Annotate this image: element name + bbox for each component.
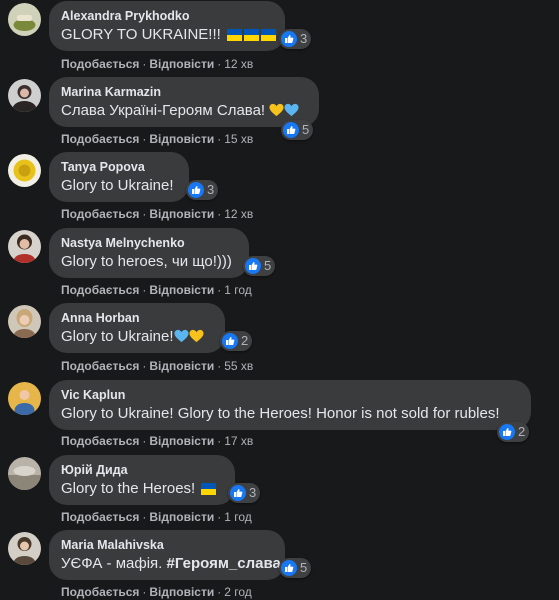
like-button[interactable]: Подобається (61, 57, 139, 71)
comment-text: Слава Україні-Героям Слава! (61, 101, 299, 121)
comment-timestamp[interactable]: 17 хв (224, 434, 253, 448)
comment-bubble: Юрій Дида Glory to the Heroes! (49, 455, 235, 505)
comment-timestamp[interactable]: 55 хв (224, 359, 253, 373)
like-icon (283, 122, 299, 138)
comment-bubble: Maria Malahivska УЄФА - мафія. #Героям_с… (49, 530, 285, 580)
reaction-count: 3 (249, 485, 257, 500)
reply-button[interactable]: Відповісти (149, 207, 214, 221)
comment-text: GLORY TO UKRAINE!!! (61, 25, 276, 45)
avatar[interactable] (8, 382, 41, 415)
avatar[interactable] (8, 154, 41, 187)
like-button[interactable]: Подобається (61, 207, 139, 221)
avatar[interactable] (8, 230, 41, 263)
ukraine-flag-icon (243, 29, 259, 41)
comment-actions: Подобається · Відповісти · 15 хв (61, 132, 254, 146)
reaction-count-badge[interactable]: 3 (228, 483, 261, 503)
comment-timestamp[interactable]: 1 год (224, 510, 252, 524)
comment-bubble: Tanya Popova Glory to Ukraine! (49, 152, 189, 202)
comment-timestamp[interactable]: 12 хв (224, 57, 253, 71)
like-button[interactable]: Подобається (61, 359, 139, 373)
reaction-count-badge[interactable]: 2 (497, 422, 530, 442)
comment-text: Glory to Ukraine! (61, 177, 174, 194)
reaction-count: 3 (300, 31, 308, 46)
reply-button[interactable]: Відповісти (149, 434, 214, 448)
comment-timestamp[interactable]: 1 год (224, 283, 252, 297)
comment-text: Glory to heroes, чи що!))) (61, 253, 232, 270)
reply-button[interactable]: Відповісти (149, 57, 214, 71)
comment-text: Glory to Ukraine! (61, 327, 204, 347)
like-button[interactable]: Подобається (61, 132, 139, 146)
comment-text: Glory to the Heroes! (61, 479, 217, 499)
comment-author[interactable]: Vic Kaplun (61, 387, 519, 403)
reaction-count-badge[interactable]: 5 (279, 558, 312, 578)
ukraine-flag-icon (201, 483, 217, 495)
reaction-count: 5 (264, 258, 272, 273)
like-icon (499, 424, 515, 440)
like-button[interactable]: Подобається (61, 283, 139, 297)
comment-author[interactable]: Maria Malahivska (61, 537, 273, 553)
like-button[interactable]: Подобається (61, 434, 139, 448)
comment-actions: Подобається · Відповісти · 12 хв (61, 207, 254, 221)
comment-actions: Подобається · Відповісти · 17 хв (61, 434, 254, 448)
reaction-count-badge[interactable]: 3 (186, 180, 219, 200)
comment-text: Glory to Ukraine! Glory to the Heroes! H… (61, 405, 500, 422)
comment-bubble: Vic Kaplun Glory to Ukraine! Glory to th… (49, 380, 531, 430)
comment-actions: Подобається · Відповісти · 12 хв (61, 57, 254, 71)
avatar[interactable] (8, 305, 41, 338)
reply-button[interactable]: Відповісти (149, 585, 214, 599)
comment-author[interactable]: Tanya Popova (61, 159, 177, 175)
comment-author[interactable]: Юрій Дида (61, 462, 223, 478)
yellow-heart-icon (189, 329, 204, 343)
hashtag-link[interactable]: #Героям_слава (167, 555, 281, 572)
comment-author[interactable]: Alexandra Prykhodko (61, 8, 273, 24)
comment-actions: Подобається · Відповісти · 1 год (61, 510, 252, 524)
reaction-count: 5 (302, 122, 310, 137)
like-button[interactable]: Подобається (61, 510, 139, 524)
reaction-count: 2 (241, 333, 249, 348)
like-icon (281, 31, 297, 47)
comment-actions: Подобається · Відповісти · 55 хв (61, 359, 254, 373)
reaction-count-badge[interactable]: 5 (243, 256, 276, 276)
avatar[interactable] (8, 457, 41, 490)
comment-bubble: Nastya Melnychenko Glory to heroes, чи щ… (49, 228, 249, 278)
avatar[interactable] (8, 79, 41, 112)
ukraine-flag-icon (260, 29, 276, 41)
comment-timestamp[interactable]: 12 хв (224, 207, 253, 221)
yellow-heart-icon (269, 103, 284, 117)
reply-button[interactable]: Відповісти (149, 132, 214, 146)
ukraine-flag-icon (226, 29, 242, 41)
blue-heart-icon (284, 103, 299, 117)
comment-actions: Подобається · Відповісти · 2 год (61, 585, 252, 599)
like-icon (281, 560, 297, 576)
reaction-count: 2 (518, 424, 526, 439)
reply-button[interactable]: Відповісти (149, 359, 214, 373)
comment-author[interactable]: Marina Karmazin (61, 84, 307, 100)
reaction-count-badge[interactable]: 2 (220, 331, 253, 351)
comment-timestamp[interactable]: 15 хв (224, 132, 253, 146)
reply-button[interactable]: Відповісти (149, 283, 214, 297)
comment-bubble: Anna Horban Glory to Ukraine! (49, 303, 225, 353)
avatar[interactable] (8, 3, 41, 36)
like-icon (230, 485, 246, 501)
comment-timestamp[interactable]: 2 год (224, 585, 252, 599)
like-icon (245, 258, 261, 274)
reaction-count: 3 (207, 182, 215, 197)
reply-button[interactable]: Відповісти (149, 510, 214, 524)
comment-bubble: Marina Karmazin Слава Україні-Героям Сла… (49, 77, 319, 127)
reaction-count: 5 (300, 560, 308, 575)
like-icon (188, 182, 204, 198)
comment-text: УЄФА - мафія. #Героям_слава (61, 555, 281, 572)
reaction-count-badge[interactable]: 5 (281, 120, 314, 140)
comment-author[interactable]: Anna Horban (61, 310, 213, 326)
blue-heart-icon (174, 329, 189, 343)
reaction-count-badge[interactable]: 3 (279, 29, 312, 49)
avatar[interactable] (8, 532, 41, 565)
comment-bubble: Alexandra Prykhodko GLORY TO UKRAINE!!! (49, 1, 285, 51)
comment-author[interactable]: Nastya Melnychenko (61, 235, 237, 251)
like-icon (222, 333, 238, 349)
comment-actions: Подобається · Відповісти · 1 год (61, 283, 252, 297)
like-button[interactable]: Подобається (61, 585, 139, 599)
